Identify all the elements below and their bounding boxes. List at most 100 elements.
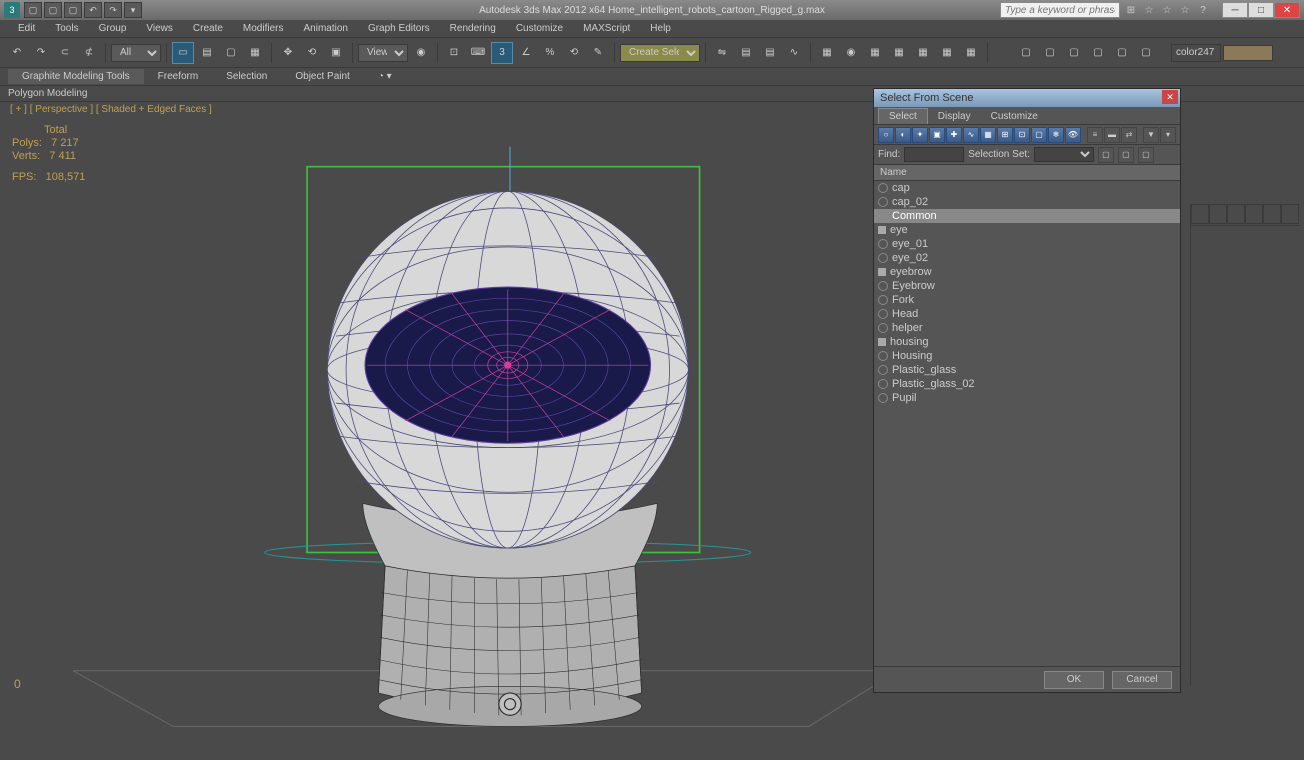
list-item[interactable]: eye_02 <box>874 251 1180 265</box>
lock-icon[interactable]: ▢ <box>1135 42 1157 64</box>
close-button[interactable]: ✕ <box>1274 2 1300 18</box>
select-by-name-icon[interactable]: ▤ <box>196 42 218 64</box>
mirror-icon[interactable]: ⇋ <box>711 42 733 64</box>
link-icon[interactable]: ⊂ <box>54 42 76 64</box>
unlink-icon[interactable]: ⊄ <box>78 42 100 64</box>
cmd-display-tab[interactable] <box>1263 204 1281 224</box>
help-icon[interactable]: ? <box>1196 3 1210 17</box>
redo-icon[interactable]: ↷ <box>30 42 52 64</box>
undo-icon[interactable]: ↶ <box>6 42 28 64</box>
menu-views[interactable]: Views <box>136 21 183 36</box>
qat-redo-icon[interactable]: ↷ <box>104 2 122 18</box>
list-item[interactable]: Housing <box>874 349 1180 363</box>
list-item[interactable]: Plastic_glass <box>874 363 1180 377</box>
open-container-icon[interactable]: ▢ <box>1015 42 1037 64</box>
list-header-name[interactable]: Name <box>874 165 1180 181</box>
layer-manager-icon[interactable]: ▤ <box>759 42 781 64</box>
select-object-icon[interactable]: ▭ <box>172 42 194 64</box>
cmd-hierarchy-tab[interactable] <box>1227 204 1245 224</box>
help-search-input[interactable] <box>1000 2 1120 18</box>
rotate-icon[interactable]: ⟲ <box>301 42 323 64</box>
move-icon[interactable]: ✥ <box>277 42 299 64</box>
quick-render-icon[interactable]: ▦ <box>912 42 934 64</box>
list-item[interactable]: Fork <box>874 293 1180 307</box>
minimize-button[interactable]: ─ <box>1222 2 1248 18</box>
list-item[interactable]: eyebrow <box>874 265 1180 279</box>
filter-helper-icon[interactable]: ✚ <box>946 127 962 143</box>
ref-coord-system[interactable]: View <box>358 44 408 62</box>
find-input[interactable] <box>904 147 964 162</box>
menu-edit[interactable]: Edit <box>8 21 45 36</box>
scale-icon[interactable]: ▣ <box>325 42 347 64</box>
render-icon[interactable]: ▦ <box>936 42 958 64</box>
filter-xref-icon[interactable]: ⊞ <box>997 127 1013 143</box>
ok-button[interactable]: OK <box>1044 671 1104 689</box>
list-item[interactable]: Head <box>874 307 1180 321</box>
dialog-close-button[interactable]: ✕ <box>1162 90 1178 104</box>
menu-create[interactable]: Create <box>183 21 233 36</box>
signin-icon[interactable]: ☆ <box>1142 3 1156 17</box>
selset-btn3-icon[interactable]: ▢ <box>1138 147 1154 163</box>
cancel-button[interactable]: Cancel <box>1112 671 1172 689</box>
filter-hidden-icon[interactable]: 👁 <box>1065 127 1081 143</box>
material-editor-icon[interactable]: ◉ <box>840 42 862 64</box>
cmd-motion-tab[interactable] <box>1245 204 1263 224</box>
render-frame-icon[interactable]: ▦ <box>888 42 910 64</box>
curve-editor-icon[interactable]: ∿ <box>783 42 805 64</box>
qat-new-icon[interactable]: ▢ <box>24 2 42 18</box>
manipulate-icon[interactable]: ⊡ <box>443 42 465 64</box>
filter-frozen-icon[interactable]: ❄ <box>1048 127 1064 143</box>
menu-group[interactable]: Group <box>89 21 137 36</box>
dialog-tab-display[interactable]: Display <box>928 109 981 124</box>
dialog-tab-select[interactable]: Select <box>878 108 928 124</box>
list-item[interactable]: housing <box>874 335 1180 349</box>
exchange-icon[interactable]: ☆ <box>1160 3 1174 17</box>
selset-dropdown[interactable] <box>1034 147 1094 162</box>
filter-bone-icon[interactable]: ⊡ <box>1014 127 1030 143</box>
ribbon-min-icon[interactable]: ◔ ▾ <box>364 69 406 84</box>
percent-snap-icon[interactable]: % <box>539 42 561 64</box>
qat-save-icon[interactable]: ▢ <box>64 2 82 18</box>
list-item[interactable]: eye <box>874 223 1180 237</box>
filter-container-icon[interactable]: ▢ <box>1031 127 1047 143</box>
menu-rendering[interactable]: Rendering <box>440 21 506 36</box>
ribbon-graphite[interactable]: Graphite Modeling Tools <box>8 69 144 84</box>
dialog-titlebar[interactable]: Select From Scene ✕ <box>874 89 1180 107</box>
color-name-input[interactable] <box>1171 44 1221 62</box>
filter-group-icon[interactable]: ▦ <box>980 127 996 143</box>
filter-light-icon[interactable]: ✦ <box>912 127 928 143</box>
list-item[interactable]: cap_02 <box>874 195 1180 209</box>
list-item[interactable]: Eyebrow <box>874 279 1180 293</box>
favorite-icon[interactable]: ☆ <box>1178 3 1192 17</box>
list-invert-icon[interactable]: ⇄ <box>1121 127 1137 143</box>
schematic-view-icon[interactable]: ▦ <box>816 42 838 64</box>
list-item[interactable]: eye_01 <box>874 237 1180 251</box>
menu-modifiers[interactable]: Modifiers <box>233 21 294 36</box>
named-selection-set[interactable]: Create Selection Se <box>620 44 700 62</box>
qat-undo-icon[interactable]: ↶ <box>84 2 102 18</box>
override-icon[interactable]: ▢ <box>1111 42 1133 64</box>
selset-btn2-icon[interactable]: ▢ <box>1118 147 1134 163</box>
menu-maxscript[interactable]: MAXScript <box>573 21 640 36</box>
cmd-modify-tab[interactable] <box>1209 204 1227 224</box>
qat-more-icon[interactable]: ▾ <box>124 2 142 18</box>
align-icon[interactable]: ▤ <box>735 42 757 64</box>
dialog-tab-customize[interactable]: Customize <box>981 109 1048 124</box>
list-item[interactable]: Common <box>874 209 1180 223</box>
scene-object-list[interactable]: capcap_02Commoneyeeye_01eye_02eyebrowEye… <box>874 181 1180 666</box>
object-color-swatch[interactable] <box>1223 45 1273 61</box>
menu-graph-editors[interactable]: Graph Editors <box>358 21 440 36</box>
list-none-icon[interactable]: ▬ <box>1104 127 1120 143</box>
menu-tools[interactable]: Tools <box>45 21 88 36</box>
window-crossing-icon[interactable]: ▦ <box>244 42 266 64</box>
pivot-center-icon[interactable]: ◉ <box>410 42 432 64</box>
filter-shape-icon[interactable]: ◐ <box>895 127 911 143</box>
infocenter-icon[interactable]: ⊞ <box>1124 3 1138 17</box>
render-setup-icon[interactable]: ▦ <box>864 42 886 64</box>
list-item[interactable]: helper <box>874 321 1180 335</box>
render-production-icon[interactable]: ▦ <box>960 42 982 64</box>
list-all-icon[interactable]: ≡ <box>1087 127 1103 143</box>
menu-help[interactable]: Help <box>640 21 681 36</box>
filter-spacewarp-icon[interactable]: ∿ <box>963 127 979 143</box>
cmd-create-tab[interactable] <box>1191 204 1209 224</box>
